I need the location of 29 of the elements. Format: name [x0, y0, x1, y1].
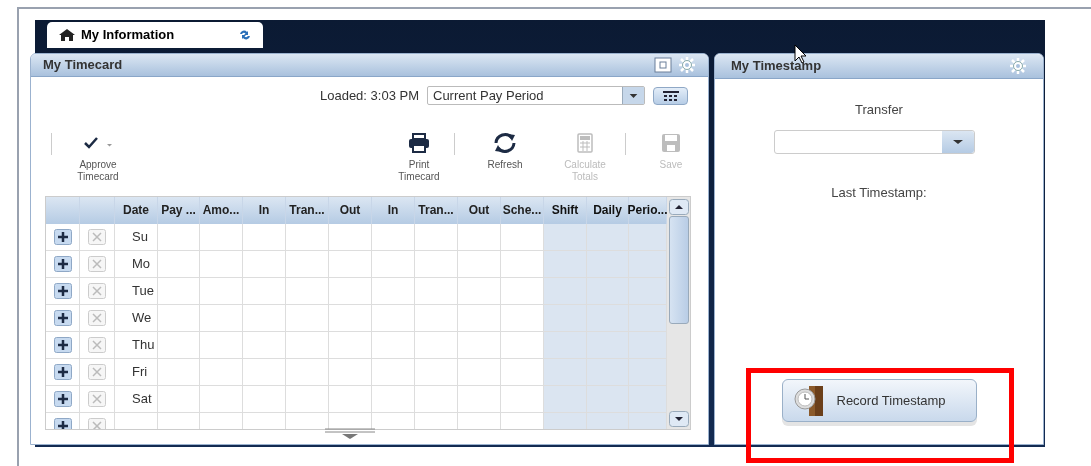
loaded-time: Loaded: 3:03 PM — [319, 87, 419, 105]
column-header[interactable]: In — [372, 196, 415, 224]
table-cell: We — [115, 304, 158, 331]
table-cell: Mo — [115, 250, 158, 277]
column-header[interactable]: Out — [458, 196, 501, 224]
table-cell: Thu — [115, 331, 158, 358]
column-header[interactable]: Tran... — [286, 196, 329, 224]
transfer-label: Transfer — [855, 101, 903, 119]
column-header[interactable]: Sche... — [501, 196, 544, 224]
pay-period-dropdown[interactable]: Current Pay Period — [427, 86, 645, 106]
table-cell: Sat — [115, 385, 158, 412]
approve-button[interactable]: Approve Timecard — [52, 130, 144, 191]
column-header[interactable]: Shift — [544, 196, 587, 224]
column-header[interactable]: Amo... — [200, 196, 243, 224]
panel-title: My Timestamp — [731, 57, 822, 76]
column-header[interactable]: Tran... — [415, 196, 458, 224]
column-header[interactable]: Daily — [587, 196, 629, 224]
tab[interactable]: My Information — [47, 22, 263, 48]
column-header[interactable]: Out — [329, 196, 372, 224]
refresh-button[interactable]: Refresh — [465, 130, 545, 191]
table-cell: Fri — [115, 358, 158, 385]
column-header[interactable]: Date — [115, 196, 158, 224]
column-header[interactable]: Pay ... — [158, 196, 200, 224]
panel-title: My Timecard — [43, 56, 123, 75]
table-cell: Tue — [115, 277, 158, 304]
column-header[interactable]: In — [243, 196, 286, 224]
last-timestamp-label: Last Timestamp: — [831, 183, 927, 202]
print-button[interactable]: Print Timecard — [384, 130, 454, 191]
table-cell: Su — [115, 223, 158, 250]
